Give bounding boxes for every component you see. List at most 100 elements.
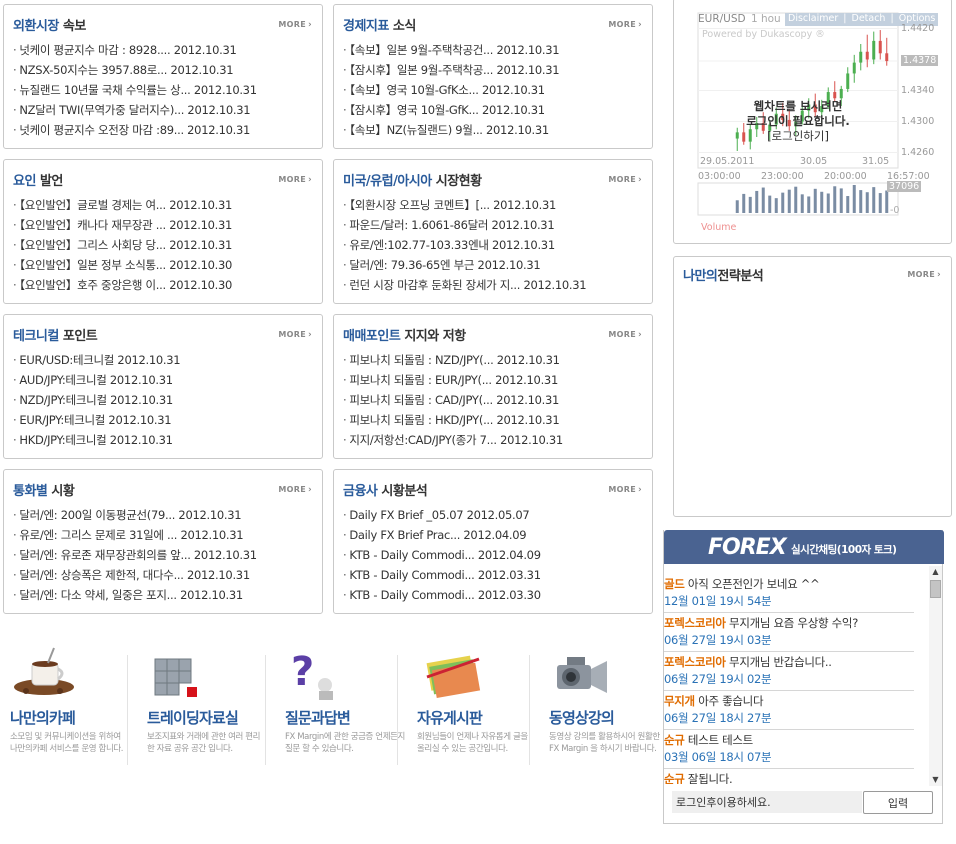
- scroll-up-icon[interactable]: ▲: [929, 566, 942, 578]
- menu-item[interactable]: 동영상강의 동영상 강의를 활용하시어 원활한 FX Margin 을 하시기 바…: [549, 645, 679, 775]
- news-item-text: AUD/JPY:테크니컬 2012.10.31: [19, 373, 173, 387]
- bullet-icon: ·: [13, 103, 17, 117]
- chat-nickname[interactable]: 무지개: [664, 694, 695, 708]
- panel-title-rest: 시황: [47, 484, 75, 499]
- chat-nickname[interactable]: 골드: [664, 577, 685, 591]
- news-item[interactable]: · 달러/엔: 200일 이동평균선(79... 2012.10.31: [13, 505, 316, 525]
- news-item[interactable]: · 【속보】일본 9월-주택착공건... 2012.10.31: [343, 40, 646, 60]
- date-axis-label: 29.05.2011: [700, 156, 755, 167]
- news-item[interactable]: · 뉴질랜드 10년물 국채 수익률는 상... 2012.10.31: [13, 80, 316, 100]
- news-item[interactable]: · 피보나치 되돌림 : EUR/JPY(... 2012.10.31: [343, 370, 646, 390]
- news-item[interactable]: · HKD/JPY:테크니컬 2012.10.31: [13, 430, 316, 450]
- news-item[interactable]: · NZ달러 TWI(무역가중 달러지수)... 2012.10.31: [13, 100, 316, 120]
- news-item[interactable]: · KTB - Daily Commodi... 2012.04.09: [343, 545, 646, 565]
- news-item[interactable]: · 【잠시후】영국 10월-GfK... 2012.10.31: [343, 100, 646, 120]
- candle-body: [865, 51, 869, 60]
- news-panel: 요인 발언 MORE › · 【요인발언】글로벌 경제는 여... 2012.10.31…: [3, 159, 323, 304]
- news-item[interactable]: · NZSX-50지수는 3957.88로... 2012.10.31: [13, 60, 316, 80]
- time-axis-label: 03:00:00: [698, 171, 741, 182]
- news-item[interactable]: · EUR/JPY:테크니컬 2012.10.31: [13, 410, 316, 430]
- news-item[interactable]: · AUD/JPY:테크니컬 2012.10.31: [13, 370, 316, 390]
- more-link[interactable]: MORE ›: [608, 330, 642, 340]
- news-item-text: 【외환시장 오프닝 코멘트】[... 2012.10.31: [349, 198, 556, 212]
- news-item[interactable]: · Daily FX Brief Prac... 2012.04.09: [343, 525, 646, 545]
- menu-item-description: 소모임 및 커뮤니케이션을 위하여 나만의카페 서비스를 운영 합니다.: [10, 732, 124, 754]
- menu-item[interactable]: ? 질문과답변 FX Margin에 관한 궁금증 언제든지 질문 할 수 있습니다…: [285, 645, 415, 775]
- news-item[interactable]: · Daily FX Brief _05.07 2012.05.07: [343, 505, 646, 525]
- news-item[interactable]: · 유로/엔: 그리스 문제로 31일에 ... 2012.10.31: [13, 525, 316, 545]
- news-item[interactable]: · 【속보】NZ(뉴질랜드) 9월... 2012.10.31: [343, 120, 646, 140]
- menu-item[interactable]: 트레이딩자료실 보조지표와 거래에 관한 여러 편리한 자료 공유 공간 입니다.: [147, 645, 277, 775]
- strategy-more-link[interactable]: MORE ›: [907, 270, 941, 280]
- notepad-icon: [417, 645, 487, 703]
- more-link[interactable]: MORE ›: [608, 20, 642, 30]
- news-item-text: 뉴질랜드 10년물 국채 수익률는 상... 2012.10.31: [19, 83, 257, 97]
- chat-nickname[interactable]: 포렉스코리아: [664, 655, 726, 669]
- more-link[interactable]: MORE ›: [608, 485, 642, 495]
- menu-item[interactable]: 자유게시판 회원님들이 언제나 자유롭게 글을 올리실 수 있는 공간입니다.: [417, 645, 547, 775]
- news-item[interactable]: · 【요인발언】호주 중앙은행 이... 2012.10.30: [13, 275, 316, 295]
- disclaimer-link[interactable]: Disclaimer: [788, 13, 838, 24]
- volume-bar: [878, 193, 882, 213]
- menu-item-title: 트레이딩자료실: [147, 709, 239, 727]
- news-item[interactable]: · 달러/엔: 79.36-65엔 부근 2012.10.31: [343, 255, 646, 275]
- chat-nickname[interactable]: 포렉스코리아: [664, 616, 726, 630]
- news-item[interactable]: · EUR/USD:테크니컬 2012.10.31: [13, 350, 316, 370]
- chevron-right-icon: ›: [307, 20, 312, 30]
- more-link[interactable]: MORE ›: [278, 485, 312, 495]
- news-item[interactable]: · 【외환시장 오프닝 코멘트】[... 2012.10.31: [343, 195, 646, 215]
- bullet-icon: ·: [13, 528, 17, 542]
- chat-scrollbar[interactable]: ▲ ▼: [929, 566, 942, 786]
- price-axis-label: 1.4300: [901, 115, 935, 127]
- time-axis-label: 20:00:00: [824, 171, 867, 182]
- menu-divider: [529, 655, 530, 765]
- news-item-text: 【요인발언】글로벌 경제는 여... 2012.10.31: [19, 198, 233, 212]
- news-item[interactable]: · 달러/엔: 다소 약세, 일중은 포지... 2012.10.31: [13, 585, 316, 605]
- news-item[interactable]: · KTB - Daily Commodi... 2012.03.30: [343, 585, 646, 605]
- news-item[interactable]: · 【속보】영국 10월-GfK소... 2012.10.31: [343, 80, 646, 100]
- news-item[interactable]: · 유로/엔:102.77-103.33엔내 2012.10.31: [343, 235, 646, 255]
- news-item[interactable]: · 피보나치 되돌림 : NZD/JPY(... 2012.10.31: [343, 350, 646, 370]
- news-item[interactable]: · 지지/저항선:CAD/JPY(종가 7... 2012.10.31: [343, 430, 646, 450]
- news-item[interactable]: · 【잠시후】일본 9월-주택착공... 2012.10.31: [343, 60, 646, 80]
- news-item[interactable]: · 파운드/달러: 1.6061-86달러 2012.10.31: [343, 215, 646, 235]
- chat-nickname[interactable]: 순규: [664, 772, 685, 784]
- news-item[interactable]: · 달러/엔: 상승폭은 제한적, 대다수... 2012.10.31: [13, 565, 316, 585]
- more-link[interactable]: MORE ›: [278, 330, 312, 340]
- news-item-text: 【요인발언】그리스 사회당 당... 2012.10.31: [19, 238, 233, 252]
- menu-item[interactable]: 나만의카페 소모임 및 커뮤니케이션을 위하여 나만의카페 서비스를 운영 합니다…: [10, 645, 140, 775]
- news-item[interactable]: · 런던 시장 마감후 둔화된 장세가 지... 2012.10.31: [343, 275, 646, 295]
- more-label: MORE: [608, 20, 636, 29]
- scroll-thumb[interactable]: [930, 580, 941, 598]
- more-link[interactable]: MORE ›: [608, 175, 642, 185]
- more-link[interactable]: MORE ›: [278, 175, 312, 185]
- scroll-down-icon[interactable]: ▼: [929, 774, 942, 786]
- panel-title-highlight: 경제지표: [343, 19, 389, 34]
- news-item[interactable]: · NZD/JPY:테크니컬 2012.10.31: [13, 390, 316, 410]
- chat-messages[interactable]: 골드 아직 오픈전인가 보네요 ^^ 12월 01일 19시 54분 포렉스코리아 …: [664, 574, 920, 784]
- news-item-text: NZ달러 TWI(무역가중 달러지수)... 2012.10.31: [19, 103, 251, 117]
- news-item[interactable]: · 넛케이 평균지수 마감 : 8928.... 2012.10.31: [13, 40, 316, 60]
- news-item[interactable]: · 달러/엔: 유로존 재무장관회의를 앞... 2012.10.31: [13, 545, 316, 565]
- news-item[interactable]: · 넛케이 평균지수 오전장 마감 :89... 2012.10.31: [13, 120, 316, 140]
- news-item[interactable]: · 【요인발언】글로벌 경제는 여... 2012.10.31: [13, 195, 316, 215]
- news-item-text: 【요인발언】일본 정부 소식통... 2012.10.30: [19, 258, 233, 272]
- more-link[interactable]: MORE ›: [278, 20, 312, 30]
- news-item[interactable]: · 피보나치 되돌림 : HKD/JPY(... 2012.10.31: [343, 410, 646, 430]
- panel-title: 미국/유럽/아시아 시장현황: [343, 170, 482, 189]
- chat-input[interactable]: [672, 791, 862, 813]
- send-button[interactable]: 입력: [863, 791, 933, 814]
- panel-title: 외환시장 속보: [13, 15, 86, 34]
- login-link[interactable]: [로그인하기]: [698, 129, 898, 144]
- news-item[interactable]: · 피보나치 되돌림 : CAD/JPY(... 2012.10.31: [343, 390, 646, 410]
- news-item[interactable]: · 【요인발언】캐나다 재무장관 ... 2012.10.31: [13, 215, 316, 235]
- news-item[interactable]: · 【요인발언】일본 정부 소식통... 2012.10.30: [13, 255, 316, 275]
- news-item[interactable]: · KTB - Daily Commodi... 2012.03.31: [343, 565, 646, 585]
- chat-nickname[interactable]: 순규: [664, 733, 685, 747]
- news-item[interactable]: · 【요인발언】그리스 사회당 당... 2012.10.31: [13, 235, 316, 255]
- bullet-icon: ·: [343, 528, 347, 542]
- volume-bar: [748, 196, 752, 213]
- menu-divider: [265, 655, 266, 765]
- svg-text:?: ?: [291, 649, 314, 695]
- detach-link[interactable]: Detach: [852, 13, 886, 24]
